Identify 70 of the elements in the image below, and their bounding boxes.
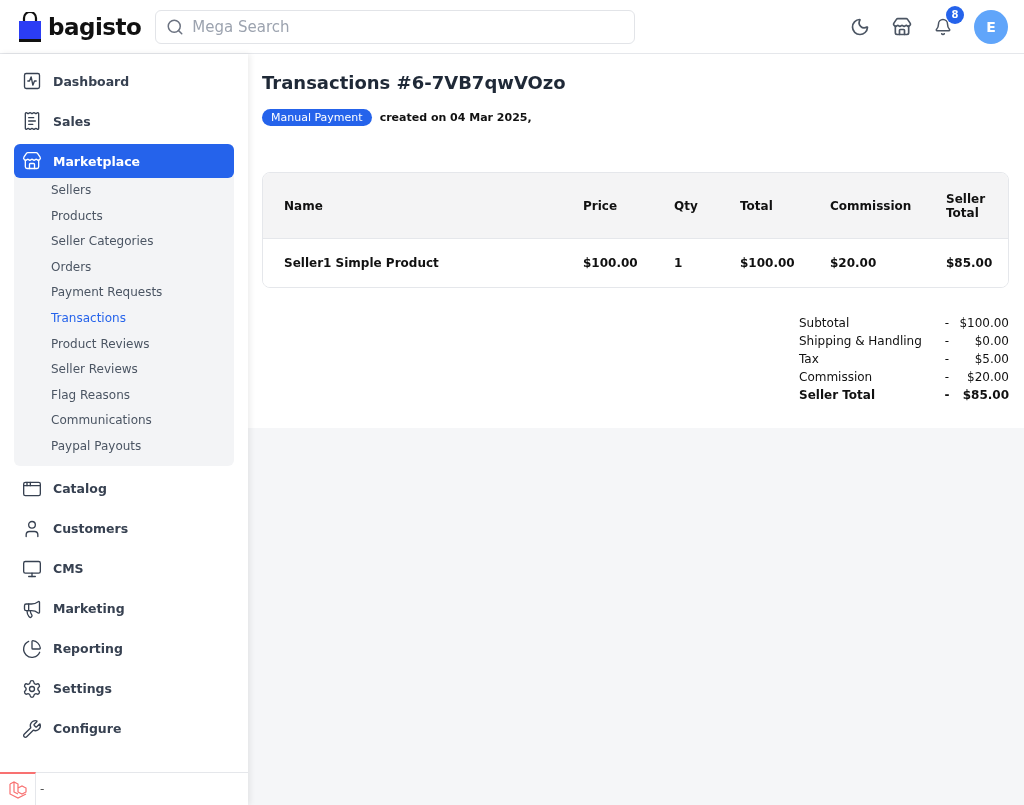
sidebar-item-icon <box>22 638 42 659</box>
submenu-item[interactable]: Products <box>14 203 234 230</box>
submenu-item[interactable]: Seller Categories <box>14 229 234 255</box>
table-cell-text: $100.00 <box>740 256 796 270</box>
submenu-item[interactable]: Flag Reasons <box>14 382 234 409</box>
debugbar-button[interactable] <box>0 772 36 805</box>
column-header: Qty <box>674 198 699 213</box>
sidebar-item-icon <box>22 558 42 579</box>
column-header: Price <box>583 198 619 213</box>
column-header: Total <box>740 198 774 213</box>
summary-value: $20.00 <box>966 370 1009 384</box>
sidebar-item[interactable]: Dashboard <box>14 64 234 98</box>
submenu-item[interactable]: Communications <box>14 408 234 434</box>
submenu-item[interactable]: Sellers <box>14 178 234 204</box>
summary-label: Subtotal <box>799 316 851 330</box>
summary-separator: - <box>943 352 951 366</box>
table-cell-text: 1 <box>674 256 684 270</box>
page-title: Transactions #6-7VB7qwVOzo <box>262 72 567 93</box>
summary-separator: - <box>943 370 951 384</box>
summary-value: $5.00 <box>973 352 1009 366</box>
sidebar-item[interactable]: Sales <box>14 104 234 138</box>
sidebar-item-icon <box>22 71 42 91</box>
column-header: Seller Total <box>946 191 987 220</box>
summary-separator: - <box>943 316 951 330</box>
sidebar-item[interactable]: Marketing <box>14 591 234 626</box>
summary-separator: - <box>943 334 951 348</box>
sidebar-item[interactable]: Configure <box>14 711 234 746</box>
submenu-item[interactable]: Transactions <box>14 305 234 332</box>
notification-button[interactable] <box>934 17 952 36</box>
sidebar-item[interactable]: Catalog <box>14 471 234 506</box>
sidebar-item[interactable]: Customers <box>14 511 234 546</box>
sidebar-item[interactable]: Settings <box>14 671 234 706</box>
dark-mode-button[interactable] <box>850 16 870 37</box>
sidebar-item[interactable]: Marketplace <box>14 144 234 178</box>
notification-count: 8 <box>946 5 964 24</box>
sidebar-item-icon <box>22 678 42 699</box>
debugbar-text: - <box>40 782 45 796</box>
table-cell-text: Seller1 Simple Product <box>284 256 440 270</box>
submenu-item[interactable]: Orders <box>14 254 234 281</box>
submenu-item[interactable]: Seller Reviews <box>14 357 234 383</box>
created-date: created on 04 Mar 2025, <box>379 111 532 124</box>
summary-label: Seller Total <box>799 388 877 402</box>
summary-value: $85.00 <box>961 388 1009 402</box>
sidebar-item-icon <box>22 111 42 131</box>
sidebar-item-icon <box>22 151 42 171</box>
table-cell-text: $85.00 <box>946 256 994 270</box>
search-icon <box>166 17 185 36</box>
summary-label: Shipping & Handling <box>799 334 923 348</box>
submenu-item[interactable]: Paypal Payouts <box>14 433 234 460</box>
sidebar-item[interactable]: CMS <box>14 551 234 586</box>
sidebar-item[interactable]: Reporting <box>14 631 234 666</box>
column-header: Name <box>284 198 324 213</box>
debugbar-logo-icon[interactable] <box>7 779 28 800</box>
sidebar-item-icon <box>22 718 42 739</box>
summary-label: Commission <box>799 370 874 384</box>
logo-text: bagisto <box>48 13 142 40</box>
table-cell-text: $20.00 <box>830 256 878 270</box>
summary-value: $100.00 <box>958 316 1009 330</box>
sidebar-item-icon <box>22 598 42 619</box>
store-button[interactable] <box>892 16 912 37</box>
submenu-item[interactable]: Payment Requests <box>14 280 234 306</box>
table-cell-text: $100.00 <box>583 256 639 270</box>
summary-value: $0.00 <box>973 334 1009 348</box>
search-field[interactable]: Mega Search <box>155 9 636 44</box>
summary-label: Tax <box>799 352 820 366</box>
summary-separator: - <box>943 388 951 402</box>
column-header: Commission <box>830 198 913 213</box>
submenu-item[interactable]: Product Reviews <box>14 331 234 358</box>
bag-logo-icon <box>18 11 42 42</box>
payment-method-badge: Manual Payment <box>262 109 372 126</box>
